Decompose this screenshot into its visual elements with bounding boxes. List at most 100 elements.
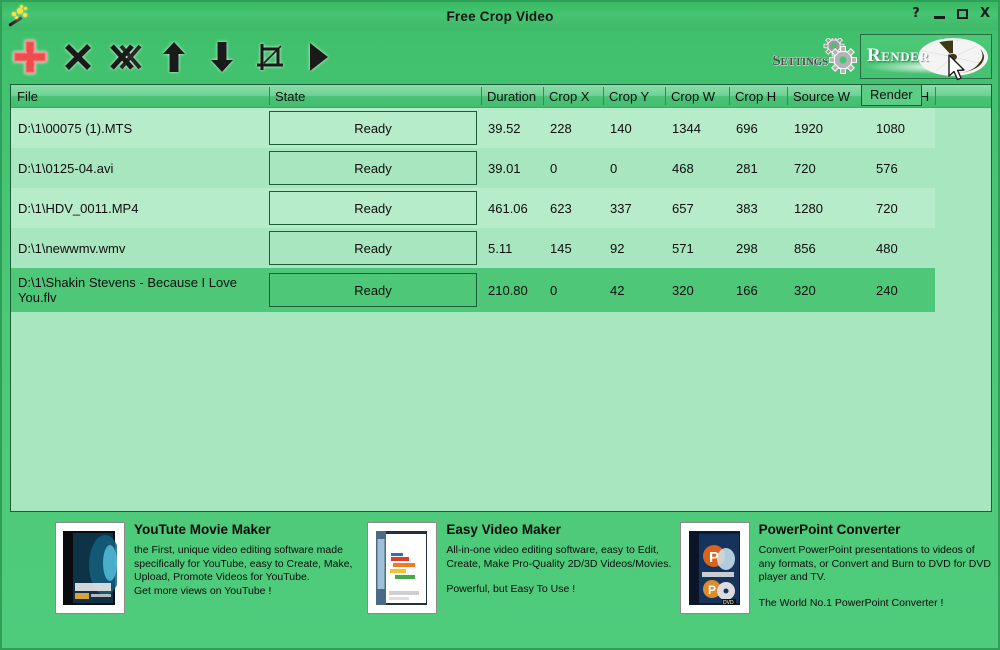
- promo-item[interactable]: P P DVD PowerPoint Converter Convert PowerPo…: [679, 520, 992, 646]
- cell-source-w: 720: [794, 160, 816, 176]
- promo-tagline: The World No.1 PowerPoint Converter !: [758, 596, 944, 609]
- remove-all-files-button[interactable]: [106, 36, 146, 78]
- arrow-down-icon: [211, 41, 233, 72]
- crop-icon: [257, 43, 283, 70]
- promo-title: PowerPoint Converter: [758, 522, 901, 537]
- promo-thumbnail[interactable]: [55, 522, 125, 614]
- play-button[interactable]: [298, 36, 338, 78]
- magic-wand-icon: [4, 3, 30, 29]
- column-header-source-w[interactable]: Source W: [787, 85, 869, 107]
- cell-state: Ready: [269, 151, 481, 185]
- cell-crop-w: 571: [672, 240, 694, 256]
- cell-state: Ready: [269, 273, 481, 307]
- promo-description: the First, unique video editing software…: [134, 544, 353, 583]
- column-header-file[interactable]: File: [11, 85, 269, 107]
- cell-crop-w: 1344: [672, 120, 701, 136]
- cell-file: D:\1\newwmv.wmv: [18, 240, 126, 256]
- cell-crop-y: 92: [610, 240, 625, 256]
- cell-crop-w: 468: [672, 160, 694, 176]
- table-row[interactable]: D:\1\HDV_0011.MP4 Ready 461.06 623 337 657 383…: [11, 188, 935, 228]
- cell-crop-x: 228: [550, 120, 572, 136]
- move-down-button[interactable]: [202, 36, 242, 78]
- cell-crop-y: 337: [610, 200, 632, 216]
- promo-item[interactable]: Easy Video Maker All-in-one video editing…: [367, 520, 679, 646]
- cell-source-h: 720: [876, 200, 898, 216]
- cell-state: Ready: [269, 231, 481, 265]
- remove-file-button[interactable]: [58, 36, 98, 78]
- cell-duration: 5.11: [488, 240, 513, 256]
- promo-thumbnail[interactable]: [367, 522, 438, 614]
- cell-duration: 461.06: [488, 200, 528, 216]
- toolbar-button-group: [10, 30, 338, 83]
- window-controls: ? X: [909, 6, 992, 22]
- promo-banner-area: YouTute Movie Maker the First, unique vid…: [10, 520, 992, 646]
- state-badge: Ready: [269, 191, 477, 225]
- column-header-duration[interactable]: Duration: [481, 85, 543, 107]
- render-label: Render: [867, 45, 930, 66]
- column-header-state[interactable]: State: [269, 85, 481, 107]
- svg-text:P: P: [708, 583, 716, 597]
- help-button[interactable]: ?: [909, 6, 923, 22]
- render-button[interactable]: Render: [860, 34, 992, 79]
- table-row[interactable]: D:\1\0125-04.avi Ready 39.01 0 0 468 281 720 576: [11, 148, 935, 188]
- file-list-table[interactable]: File State Duration Crop X Crop Y Crop W…: [10, 84, 992, 512]
- column-header-crop-x[interactable]: Crop X: [543, 85, 603, 107]
- play-icon: [310, 42, 328, 71]
- table-row[interactable]: D:\1\newwmv.wmv Ready 5.11 145 92 571 298 856 48…: [11, 228, 935, 268]
- table-row[interactable]: D:\1\Shakin Stevens - Because I Love You…: [11, 268, 935, 312]
- table-row[interactable]: D:\1\00075 (1).MTS Ready 39.52 228 140 1344 69…: [11, 108, 935, 148]
- cell-crop-y: 140: [610, 120, 632, 136]
- toolbar: Settings Render: [2, 30, 998, 83]
- cell-state: Ready: [269, 111, 481, 145]
- column-header-crop-y[interactable]: Crop Y: [603, 85, 665, 107]
- promo-tagline: Get more views on YouTube !: [134, 584, 272, 597]
- cell-crop-y: 42: [610, 282, 625, 298]
- cell-state: Ready: [269, 191, 481, 225]
- promo-text: YouTute Movie Maker the First, unique vid…: [125, 520, 367, 646]
- cell-file: D:\1\0125-04.avi: [18, 160, 114, 176]
- cell-duration: 39.52: [488, 120, 521, 136]
- cell-source-h: 480: [876, 240, 898, 256]
- arrow-up-icon: [163, 41, 185, 72]
- move-up-button[interactable]: [154, 36, 194, 78]
- cell-source-h: 1080: [876, 120, 905, 136]
- cell-source-w: 856: [794, 240, 816, 256]
- state-badge: Ready: [269, 231, 477, 265]
- table-header-row: File State Duration Crop X Crop Y Crop W…: [11, 85, 991, 108]
- promo-tagline: Powerful, but Easy To Use !: [446, 583, 576, 595]
- cell-source-w: 1280: [794, 200, 823, 216]
- state-badge: Ready: [269, 111, 477, 145]
- crop-button[interactable]: [250, 36, 290, 78]
- promo-title: YouTute Movie Maker: [134, 522, 271, 537]
- column-header-crop-h[interactable]: Crop H: [729, 85, 787, 107]
- promo-description: Convert PowerPoint presentations to vide…: [758, 544, 991, 583]
- promo-item[interactable]: YouTute Movie Maker the First, unique vid…: [10, 520, 367, 646]
- minimize-button[interactable]: [932, 6, 946, 22]
- movie-maker-box-art: [63, 531, 117, 605]
- easy-video-maker-box-art: [376, 531, 428, 605]
- cell-crop-h: 696: [736, 120, 758, 136]
- settings-label: Settings: [772, 52, 828, 69]
- cell-crop-h: 298: [736, 240, 758, 256]
- promo-thumbnail[interactable]: P P DVD: [679, 522, 750, 614]
- maximize-button[interactable]: [955, 6, 969, 22]
- cell-duration: 39.01: [488, 160, 521, 176]
- render-tooltip: Render: [861, 84, 922, 106]
- cell-crop-x: 0: [550, 282, 558, 298]
- column-header-crop-w[interactable]: Crop W: [665, 85, 729, 107]
- cell-crop-x: 0: [550, 160, 558, 176]
- cell-crop-w: 657: [672, 200, 694, 216]
- cell-file: D:\1\00075 (1).MTS: [18, 120, 133, 136]
- app-window: Free Crop Video ? X Settings Render File…: [0, 0, 1000, 650]
- add-file-button[interactable]: [10, 36, 50, 78]
- cell-source-h: 240: [876, 282, 898, 298]
- promo-text: PowerPoint Converter Convert PowerPoint p…: [750, 520, 992, 646]
- cell-file: D:\1\Shakin Stevens - Because I Love You…: [18, 275, 237, 305]
- promo-title: Easy Video Maker: [446, 522, 561, 537]
- close-button[interactable]: X: [978, 6, 992, 22]
- cell-source-w: 320: [794, 282, 816, 298]
- settings-button[interactable]: Settings: [772, 38, 862, 76]
- column-header-extra[interactable]: [935, 85, 991, 107]
- title-bar: Free Crop Video ? X: [2, 2, 998, 30]
- cell-crop-h: 166: [736, 282, 758, 298]
